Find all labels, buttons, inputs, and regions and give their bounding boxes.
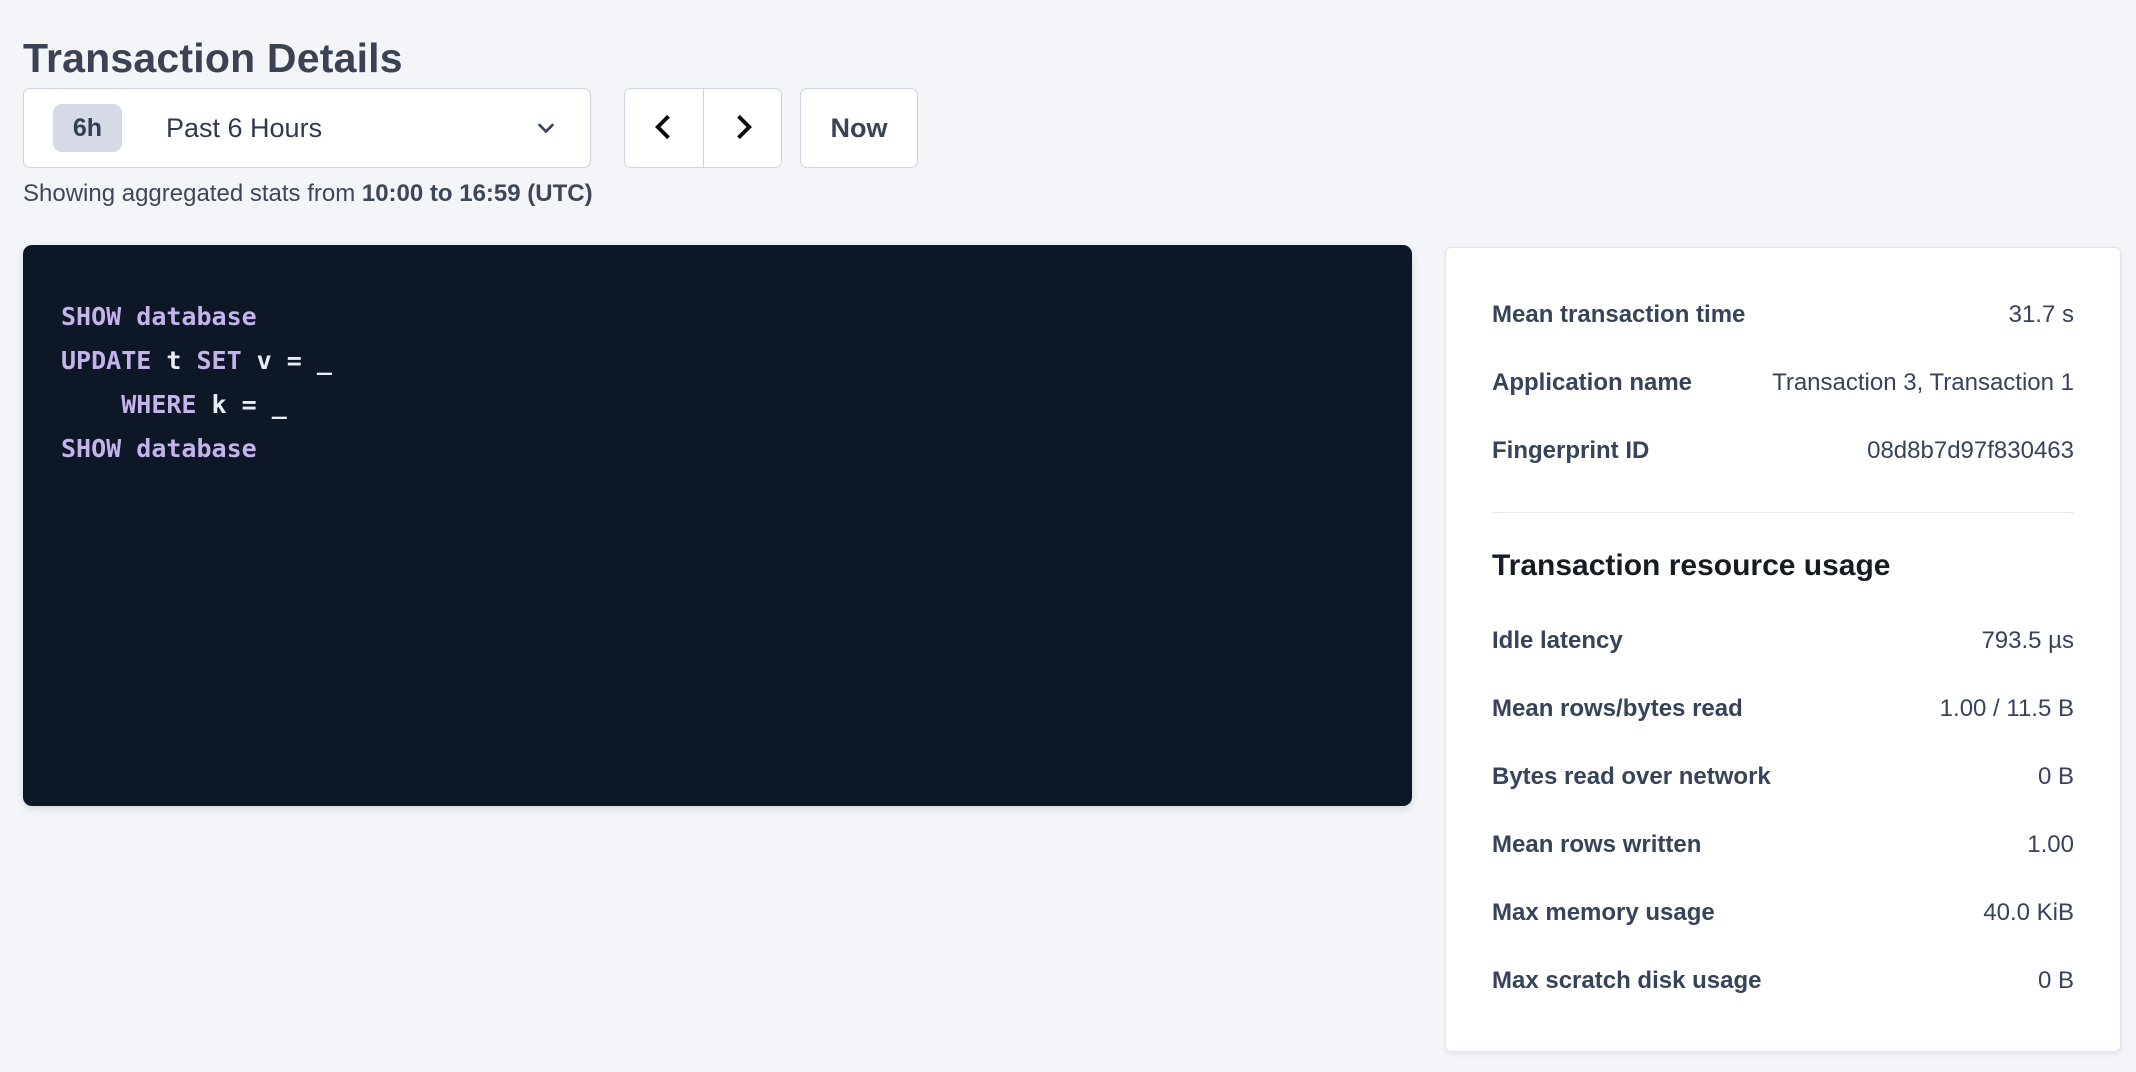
time-range-badge: 6h — [53, 104, 122, 152]
detail-row: Max memory usage 40.0 KiB — [1492, 879, 2074, 947]
detail-label: Idle latency — [1492, 627, 1623, 655]
detail-value: 1.00 / 11.5 B — [1940, 695, 2074, 723]
time-range-summary-prefix: Showing aggregated stats from — [23, 180, 362, 207]
time-controls: 6h Past 6 Hours Now — [23, 88, 918, 168]
sql-token: t — [151, 346, 196, 375]
sql-token — [121, 434, 136, 463]
sql-keyword: SHOW — [61, 434, 121, 463]
detail-label: Fingerprint ID — [1492, 437, 1649, 465]
sql-token: v = _ — [242, 346, 332, 375]
sql-token — [61, 390, 121, 419]
transaction-details-card: Mean transaction time 31.7 s Application n… — [1445, 247, 2121, 1052]
now-button[interactable]: Now — [800, 88, 918, 168]
sql-statement-box: SHOW databaseUPDATE t SET v = _ WHERE k … — [23, 245, 1412, 806]
sql-token — [121, 302, 136, 331]
detail-value: 793.5 µs — [1981, 627, 2074, 655]
detail-value: 31.7 s — [2009, 301, 2074, 329]
detail-value: 40.0 KiB — [1983, 899, 2074, 927]
detail-label: Mean rows/bytes read — [1492, 695, 1743, 723]
sql-keyword: database — [136, 434, 256, 463]
detail-value: 0 B — [2038, 967, 2074, 995]
chevron-right-icon — [728, 112, 758, 145]
page-title: Transaction Details — [23, 35, 403, 82]
sql-keyword: SHOW — [61, 302, 121, 331]
time-nav-group — [624, 88, 782, 168]
sql-line: SHOW database — [61, 427, 1382, 471]
sql-line: WHERE k = _ — [61, 383, 1382, 427]
detail-value: Transaction 3, Transaction 1 — [1772, 369, 2074, 397]
sql-keyword: UPDATE — [61, 346, 151, 375]
detail-row: Mean transaction time 31.7 s — [1492, 281, 2074, 349]
detail-value: 1.00 — [2027, 831, 2074, 859]
time-range-summary: Showing aggregated stats from 10:00 to 1… — [23, 180, 593, 208]
chevron-left-icon — [649, 112, 679, 145]
time-range-dropdown[interactable]: 6h Past 6 Hours — [23, 88, 591, 168]
detail-label: Bytes read over network — [1492, 763, 1771, 791]
next-time-button[interactable] — [703, 89, 781, 167]
resource-rows: Idle latency 793.5 µs Mean rows/bytes read… — [1492, 607, 2074, 1015]
detail-row: Idle latency 793.5 µs — [1492, 607, 2074, 675]
time-range-summary-range: 10:00 to 16:59 (UTC) — [362, 180, 593, 207]
detail-row: Bytes read over network 0 B — [1492, 743, 2074, 811]
chevron-down-icon — [532, 114, 560, 142]
sql-token: k = _ — [196, 390, 286, 419]
sql-keyword: SET — [196, 346, 241, 375]
detail-value: 08d8b7d97f830463 — [1867, 437, 2074, 465]
detail-row: Fingerprint ID 08d8b7d97f830463 — [1492, 417, 2074, 485]
detail-row: Mean rows/bytes read 1.00 / 11.5 B — [1492, 675, 2074, 743]
summary-rows: Mean transaction time 31.7 s Application n… — [1492, 281, 2074, 485]
detail-label: Application name — [1492, 369, 1692, 397]
sql-keyword: WHERE — [121, 390, 196, 419]
time-range-label: Past 6 Hours — [166, 113, 322, 144]
detail-label: Mean transaction time — [1492, 301, 1745, 329]
sql-line: UPDATE t SET v = _ — [61, 339, 1382, 383]
resource-usage-section-title: Transaction resource usage — [1492, 549, 2074, 583]
detail-row: Max scratch disk usage 0 B — [1492, 947, 2074, 1015]
detail-label: Mean rows written — [1492, 831, 1701, 859]
card-divider — [1492, 512, 2074, 513]
detail-label: Max memory usage — [1492, 899, 1715, 927]
detail-label: Max scratch disk usage — [1492, 967, 1761, 995]
detail-row: Mean rows written 1.00 — [1492, 811, 2074, 879]
prev-time-button[interactable] — [625, 89, 703, 167]
detail-value: 0 B — [2038, 763, 2074, 791]
sql-line: SHOW database — [61, 295, 1382, 339]
detail-row: Application name Transaction 3, Transacti… — [1492, 349, 2074, 417]
sql-keyword: database — [136, 302, 256, 331]
